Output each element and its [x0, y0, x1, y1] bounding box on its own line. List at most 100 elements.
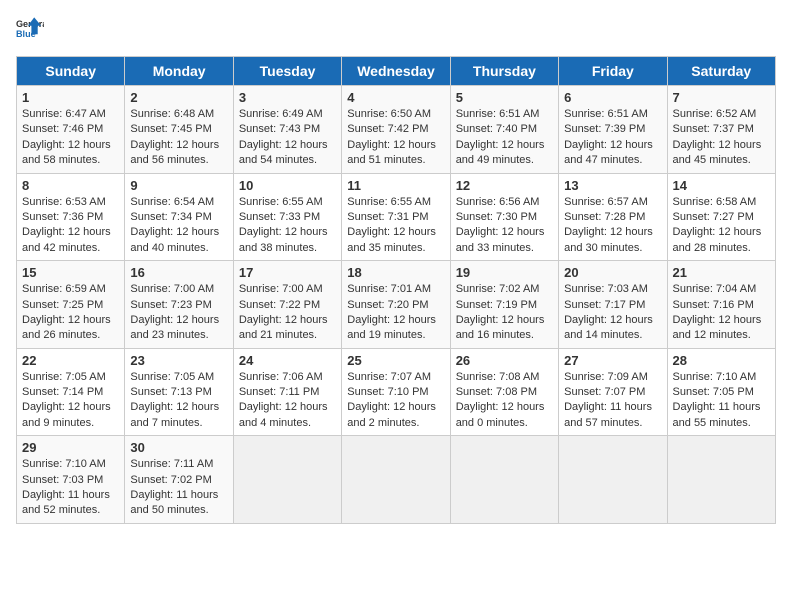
day-info: Sunrise: 6:50 AM Sunset: 7:42 PM Dayligh…	[347, 107, 444, 169]
day-number: 5	[456, 90, 553, 105]
day-number: 10	[239, 178, 336, 193]
sunset-label: Sunset: 7:02 PM	[130, 474, 211, 486]
day-number: 25	[347, 353, 444, 368]
calendar-week-row: 22 Sunrise: 7:05 AM Sunset: 7:14 PM Dayl…	[17, 348, 776, 436]
day-number: 18	[347, 265, 444, 280]
daylight-label: Daylight: 12 hours and 54 minutes.	[239, 139, 328, 166]
sunrise-label: Sunrise: 7:00 AM	[130, 283, 214, 295]
calendar-cell: 14 Sunrise: 6:58 AM Sunset: 7:27 PM Dayl…	[667, 173, 775, 261]
sunrise-label: Sunrise: 6:58 AM	[673, 196, 757, 208]
daylight-label: Daylight: 11 hours and 50 minutes.	[130, 489, 218, 516]
calendar-cell: 1 Sunrise: 6:47 AM Sunset: 7:46 PM Dayli…	[17, 86, 125, 174]
calendar-header-row: SundayMondayTuesdayWednesdayThursdayFrid…	[17, 57, 776, 86]
header: General Blue	[16, 16, 776, 44]
calendar-cell: 20 Sunrise: 7:03 AM Sunset: 7:17 PM Dayl…	[559, 261, 667, 349]
calendar-cell: 7 Sunrise: 6:52 AM Sunset: 7:37 PM Dayli…	[667, 86, 775, 174]
sunrise-label: Sunrise: 7:10 AM	[673, 371, 757, 383]
sunrise-label: Sunrise: 6:49 AM	[239, 108, 323, 120]
day-info: Sunrise: 6:48 AM Sunset: 7:45 PM Dayligh…	[130, 107, 227, 169]
sunset-label: Sunset: 7:07 PM	[564, 386, 645, 398]
sunrise-label: Sunrise: 7:02 AM	[456, 283, 540, 295]
sunset-label: Sunset: 7:40 PM	[456, 123, 537, 135]
daylight-label: Daylight: 12 hours and 38 minutes.	[239, 226, 328, 253]
sunset-label: Sunset: 7:23 PM	[130, 299, 211, 311]
sunrise-label: Sunrise: 7:06 AM	[239, 371, 323, 383]
calendar-week-row: 8 Sunrise: 6:53 AM Sunset: 7:36 PM Dayli…	[17, 173, 776, 261]
sunrise-label: Sunrise: 7:09 AM	[564, 371, 648, 383]
daylight-label: Daylight: 12 hours and 2 minutes.	[347, 401, 436, 428]
calendar-cell	[559, 436, 667, 524]
daylight-label: Daylight: 12 hours and 45 minutes.	[673, 139, 762, 166]
sunrise-label: Sunrise: 7:01 AM	[347, 283, 431, 295]
daylight-label: Daylight: 11 hours and 57 minutes.	[564, 401, 652, 428]
calendar-cell	[667, 436, 775, 524]
calendar-cell: 22 Sunrise: 7:05 AM Sunset: 7:14 PM Dayl…	[17, 348, 125, 436]
daylight-label: Daylight: 12 hours and 47 minutes.	[564, 139, 653, 166]
calendar-cell: 8 Sunrise: 6:53 AM Sunset: 7:36 PM Dayli…	[17, 173, 125, 261]
sunrise-label: Sunrise: 6:51 AM	[456, 108, 540, 120]
sunset-label: Sunset: 7:03 PM	[22, 474, 103, 486]
sunrise-label: Sunrise: 6:57 AM	[564, 196, 648, 208]
sunset-label: Sunset: 7:37 PM	[673, 123, 754, 135]
calendar-cell: 5 Sunrise: 6:51 AM Sunset: 7:40 PM Dayli…	[450, 86, 558, 174]
logo-icon: General Blue	[16, 16, 44, 44]
day-number: 21	[673, 265, 770, 280]
day-of-week-header: Saturday	[667, 57, 775, 86]
day-number: 16	[130, 265, 227, 280]
daylight-label: Daylight: 12 hours and 12 minutes.	[673, 314, 762, 341]
day-number: 9	[130, 178, 227, 193]
day-info: Sunrise: 7:02 AM Sunset: 7:19 PM Dayligh…	[456, 282, 553, 344]
calendar-cell: 4 Sunrise: 6:50 AM Sunset: 7:42 PM Dayli…	[342, 86, 450, 174]
day-number: 29	[22, 440, 119, 455]
sunset-label: Sunset: 7:27 PM	[673, 211, 754, 223]
day-number: 17	[239, 265, 336, 280]
calendar-cell: 18 Sunrise: 7:01 AM Sunset: 7:20 PM Dayl…	[342, 261, 450, 349]
day-info: Sunrise: 7:10 AM Sunset: 7:05 PM Dayligh…	[673, 370, 770, 432]
day-of-week-header: Monday	[125, 57, 233, 86]
day-info: Sunrise: 6:56 AM Sunset: 7:30 PM Dayligh…	[456, 195, 553, 257]
sunset-label: Sunset: 7:11 PM	[239, 386, 320, 398]
calendar-cell: 10 Sunrise: 6:55 AM Sunset: 7:33 PM Dayl…	[233, 173, 341, 261]
daylight-label: Daylight: 12 hours and 21 minutes.	[239, 314, 328, 341]
day-info: Sunrise: 6:55 AM Sunset: 7:33 PM Dayligh…	[239, 195, 336, 257]
sunset-label: Sunset: 7:25 PM	[22, 299, 103, 311]
sunset-label: Sunset: 7:19 PM	[456, 299, 537, 311]
sunset-label: Sunset: 7:33 PM	[239, 211, 320, 223]
sunrise-label: Sunrise: 6:55 AM	[239, 196, 323, 208]
day-info: Sunrise: 7:10 AM Sunset: 7:03 PM Dayligh…	[22, 457, 119, 519]
sunset-label: Sunset: 7:28 PM	[564, 211, 645, 223]
sunset-label: Sunset: 7:13 PM	[130, 386, 211, 398]
day-info: Sunrise: 6:54 AM Sunset: 7:34 PM Dayligh…	[130, 195, 227, 257]
daylight-label: Daylight: 12 hours and 56 minutes.	[130, 139, 219, 166]
sunrise-label: Sunrise: 7:08 AM	[456, 371, 540, 383]
sunrise-label: Sunrise: 6:55 AM	[347, 196, 431, 208]
day-number: 4	[347, 90, 444, 105]
day-number: 23	[130, 353, 227, 368]
day-number: 6	[564, 90, 661, 105]
daylight-label: Daylight: 12 hours and 0 minutes.	[456, 401, 545, 428]
calendar-cell: 24 Sunrise: 7:06 AM Sunset: 7:11 PM Dayl…	[233, 348, 341, 436]
day-info: Sunrise: 6:57 AM Sunset: 7:28 PM Dayligh…	[564, 195, 661, 257]
day-number: 15	[22, 265, 119, 280]
sunset-label: Sunset: 7:08 PM	[456, 386, 537, 398]
day-of-week-header: Sunday	[17, 57, 125, 86]
day-of-week-header: Wednesday	[342, 57, 450, 86]
day-number: 22	[22, 353, 119, 368]
day-of-week-header: Tuesday	[233, 57, 341, 86]
day-number: 1	[22, 90, 119, 105]
sunrise-label: Sunrise: 7:03 AM	[564, 283, 648, 295]
calendar-cell: 12 Sunrise: 6:56 AM Sunset: 7:30 PM Dayl…	[450, 173, 558, 261]
day-info: Sunrise: 6:59 AM Sunset: 7:25 PM Dayligh…	[22, 282, 119, 344]
calendar-cell: 15 Sunrise: 6:59 AM Sunset: 7:25 PM Dayl…	[17, 261, 125, 349]
daylight-label: Daylight: 12 hours and 16 minutes.	[456, 314, 545, 341]
sunset-label: Sunset: 7:39 PM	[564, 123, 645, 135]
day-number: 12	[456, 178, 553, 193]
daylight-label: Daylight: 12 hours and 7 minutes.	[130, 401, 219, 428]
calendar-week-row: 29 Sunrise: 7:10 AM Sunset: 7:03 PM Dayl…	[17, 436, 776, 524]
sunrise-label: Sunrise: 7:07 AM	[347, 371, 431, 383]
day-number: 19	[456, 265, 553, 280]
day-info: Sunrise: 7:04 AM Sunset: 7:16 PM Dayligh…	[673, 282, 770, 344]
sunset-label: Sunset: 7:31 PM	[347, 211, 428, 223]
day-number: 2	[130, 90, 227, 105]
sunrise-label: Sunrise: 7:00 AM	[239, 283, 323, 295]
